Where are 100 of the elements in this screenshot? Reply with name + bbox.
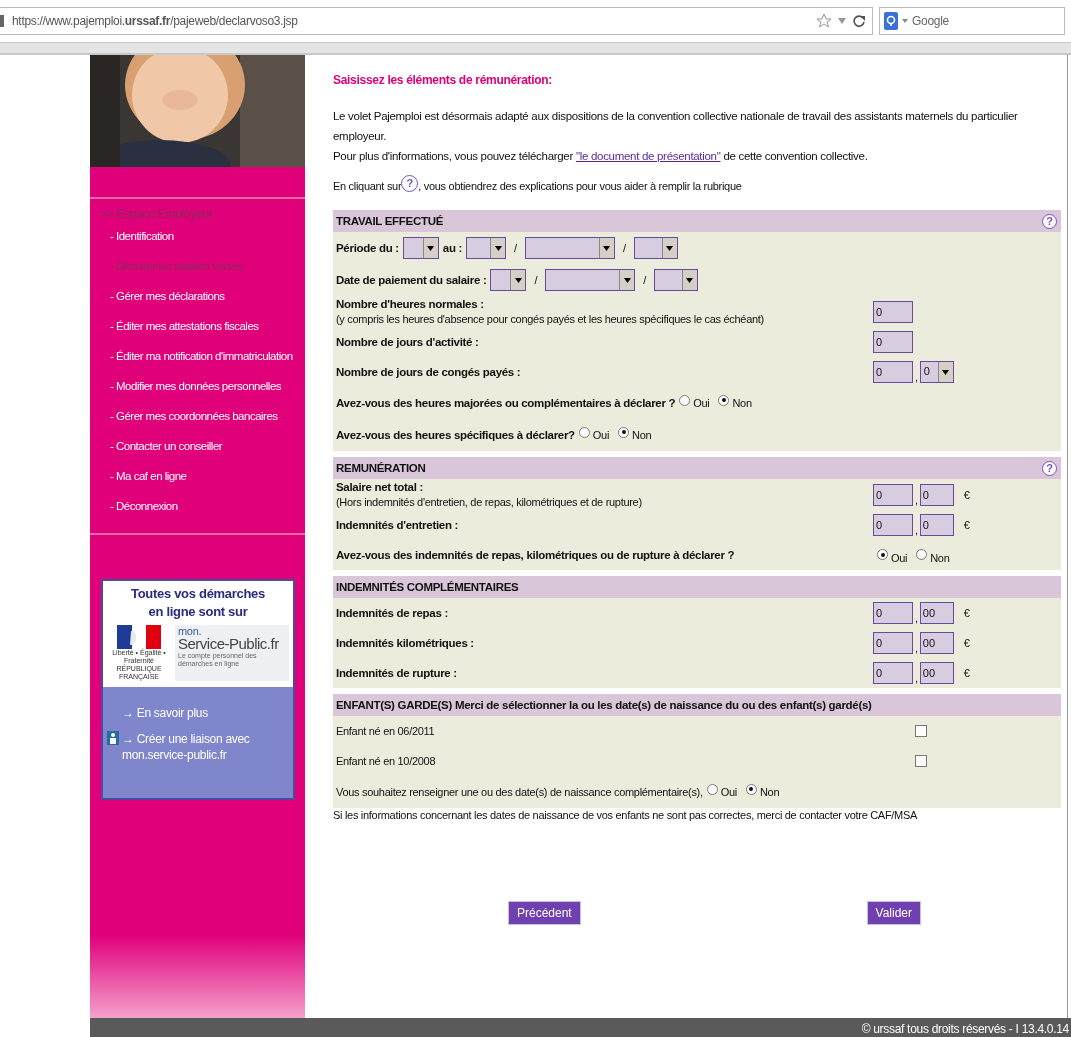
section-header: INDEMNITÉS COMPLÉMENTAIRES bbox=[333, 576, 1061, 598]
decimal-separator: , bbox=[915, 672, 918, 684]
field-label: Nombre d'heures normales : bbox=[336, 298, 485, 310]
question-label: Avez-vous des heures majorées ou complémentaires à déclarer ? bbox=[336, 397, 676, 409]
form-button[interactable]: Valider bbox=[866, 901, 921, 925]
menu-heading: >> Espace Employeur bbox=[99, 207, 214, 223]
radio-label: Non bbox=[930, 551, 950, 564]
reload-icon[interactable] bbox=[852, 14, 866, 28]
input-field[interactable]: 00 bbox=[919, 662, 954, 684]
section-header: TRAVAIL EFFECTUÉ ? bbox=[333, 210, 1061, 232]
currency-unit: € bbox=[963, 637, 970, 649]
help-icon[interactable]: ? bbox=[401, 174, 419, 192]
intro-text: Le volet Pajemploi est désormais adapté aux dispositions de la convention collective nationale de travail des assistants maternels du particulier employeur. bbox=[333, 109, 1019, 144]
input-field[interactable]: 0 bbox=[873, 331, 913, 353]
decimal-separator: , bbox=[915, 642, 918, 654]
field-label: Nombre de jours d'activité : bbox=[336, 336, 480, 348]
menu-item[interactable]: - Déconnexion bbox=[90, 497, 305, 527]
dropdown[interactable] bbox=[653, 269, 698, 291]
help-icon[interactable]: ? bbox=[1042, 460, 1057, 476]
menu-item[interactable]: - Ma caf en ligne bbox=[90, 467, 305, 497]
radio-button[interactable] bbox=[679, 394, 691, 406]
menu-item[interactable]: - Gérer mes coordonnées bancaires bbox=[90, 407, 305, 437]
section-header: ENFANT(S) GARDE(S) Merci de sélectionner la ou les date(s) de naissance du ou des enfant(s) gardé(s) bbox=[333, 694, 1061, 716]
radio-label: Oui bbox=[891, 551, 908, 564]
decimal-separator: , bbox=[915, 493, 918, 506]
radio-label: Non bbox=[759, 786, 780, 798]
radio-button[interactable] bbox=[706, 783, 718, 795]
dropdown[interactable] bbox=[524, 237, 615, 259]
dropdown-arrow-icon[interactable] bbox=[902, 19, 908, 23]
input-field[interactable]: 0 bbox=[873, 514, 913, 536]
menu-item[interactable]: - Modifier mes données personnelles bbox=[90, 377, 305, 407]
dropdown[interactable] bbox=[633, 237, 678, 259]
field-note: (Hors indemnités d'entretien, de repas, kilométriques et de rupture) bbox=[336, 496, 643, 508]
question-label: Avez-vous des indemnités de repas, kilométriques ou de rupture à déclarer ? bbox=[336, 549, 736, 561]
brand-name: Service-Public.fr bbox=[178, 636, 280, 652]
currency-unit: € bbox=[963, 667, 970, 679]
radio-button[interactable] bbox=[618, 426, 630, 438]
menu-item[interactable]: - Gérer mes déclarations bbox=[90, 287, 305, 317]
field-label: Indemnités d'entretien : bbox=[336, 519, 460, 531]
input-field[interactable]: 0 bbox=[919, 483, 954, 506]
input-field[interactable]: 0 bbox=[873, 300, 913, 323]
notice-text: Si les informations concernant les dates de naissance de vos enfants ne sont pas correctes, merci de contacter votre CAF/MSA bbox=[333, 809, 918, 821]
radio-label: Non bbox=[632, 429, 652, 441]
menu-item[interactable]: - Éditer mes attestations fiscales bbox=[90, 317, 305, 347]
dropdown[interactable]: 0 bbox=[919, 361, 954, 383]
star-icon[interactable] bbox=[816, 13, 832, 29]
decimal-separator: , bbox=[915, 524, 918, 536]
help-icon[interactable]: ? bbox=[1042, 213, 1057, 229]
radio-button[interactable] bbox=[745, 783, 757, 795]
field-label: Nombre de jours de congés payés : bbox=[336, 366, 522, 378]
site-icon bbox=[0, 15, 4, 27]
currency-unit: € bbox=[963, 519, 970, 531]
currency-unit: € bbox=[963, 607, 970, 619]
radio-button[interactable] bbox=[718, 394, 730, 406]
dropdown-arrow-icon bbox=[666, 245, 674, 251]
separator: / bbox=[534, 274, 538, 286]
dropdown[interactable] bbox=[466, 237, 507, 259]
dropdown-arrow-icon bbox=[686, 277, 694, 283]
dropdown-arrow-icon[interactable] bbox=[838, 18, 846, 24]
field-label: Salaire net total : bbox=[336, 481, 424, 493]
menu-item[interactable]: - Identification bbox=[90, 227, 305, 257]
checkbox[interactable] bbox=[914, 755, 927, 767]
radio-button[interactable] bbox=[877, 549, 888, 560]
child-label: Enfant né en 06/2011 bbox=[336, 725, 436, 737]
document-link[interactable]: "le document de présentation" bbox=[575, 150, 721, 162]
question-label: Avez-vous des heures spécifiques à déclarer? bbox=[336, 429, 575, 441]
radio-button[interactable] bbox=[578, 426, 590, 438]
radio-button[interactable] bbox=[916, 549, 928, 560]
footer-text: © urssaf tous droits réservés - I 13.4.0.14 bbox=[90, 1018, 1071, 1037]
input-field[interactable]: 00 bbox=[919, 602, 954, 624]
input-field[interactable]: 00 bbox=[919, 632, 954, 654]
question-label: Vous souhaitez renseigner une ou des date(s) de naissance complémentaire(s), bbox=[336, 786, 703, 798]
section-header: REMUNÉRATION ? bbox=[333, 457, 1061, 479]
separator: / bbox=[643, 274, 646, 286]
search-field[interactable]: Google bbox=[879, 7, 1065, 35]
dropdown[interactable] bbox=[490, 269, 527, 291]
input-field[interactable]: 0 bbox=[873, 632, 913, 654]
radio-label: Non bbox=[732, 397, 752, 409]
input-field[interactable]: 0 bbox=[919, 514, 954, 536]
field-label: Indemnités de rupture : bbox=[336, 667, 458, 679]
input-field[interactable]: 0 bbox=[873, 602, 913, 624]
dropdown[interactable] bbox=[402, 237, 439, 259]
separator: / bbox=[622, 242, 626, 254]
decimal-separator: , bbox=[915, 371, 918, 383]
form-button[interactable]: Précédent bbox=[508, 901, 581, 925]
input-field[interactable]: 0 bbox=[873, 483, 913, 506]
input-field[interactable]: 0 bbox=[873, 361, 913, 383]
dropdown-arrow-icon bbox=[942, 369, 950, 375]
menu-item[interactable]: - Éditer ma notification d'immatriculation bbox=[90, 347, 305, 377]
input-field[interactable]: 0 bbox=[873, 662, 913, 684]
field-note: (y compris les heures d'absence pour congés payés et les heures spécifiques le cas échéant) bbox=[336, 313, 765, 325]
dropdown[interactable] bbox=[545, 269, 636, 291]
brand-prefix: mon. bbox=[178, 626, 203, 636]
child-label: Enfant né en 10/2008 bbox=[336, 755, 437, 767]
menu-item[interactable]: - Contacter un conseiller bbox=[90, 437, 305, 467]
currency-unit: € bbox=[963, 488, 970, 501]
page-title: Saisissez les éléments de rémunération: bbox=[333, 73, 554, 87]
dropdown-arrow-icon bbox=[494, 245, 502, 251]
promo-title: Toutes vos démarches en ligne sont sur bbox=[130, 585, 266, 621]
checkbox[interactable] bbox=[914, 725, 927, 737]
